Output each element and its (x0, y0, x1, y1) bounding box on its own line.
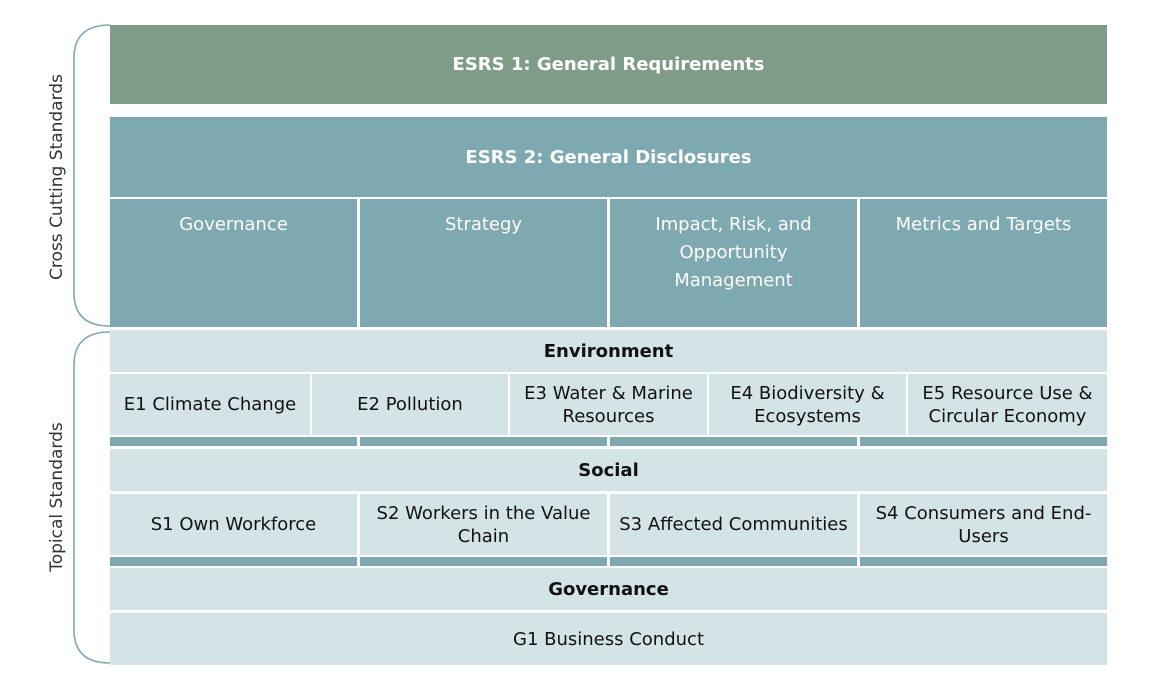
env-divider-1 (110, 437, 357, 446)
esrs2-banner: ESRS 2: General Disclosures (110, 117, 1107, 197)
governance-heading: Governance (110, 568, 1107, 610)
esrs1-banner: ESRS 1: General Requirements (110, 25, 1107, 104)
env-divider-3 (610, 437, 857, 446)
social-heading: Social (110, 449, 1107, 491)
env-divider-4 (860, 437, 1107, 446)
social-divider-4 (860, 557, 1107, 566)
env-item-e1: E1 Climate Change (110, 374, 310, 435)
env-item-e5: E5 Resource Use & Circular Economy (908, 374, 1107, 435)
social-item-s2: S2 Workers in the Value Chain (360, 494, 607, 555)
social-item-s3: S3 Affected Communities (610, 494, 857, 555)
esrs2-col-label: Strategy (444, 214, 523, 235)
env-item-e4: E4 Biodiversity & Ecosystems (709, 374, 906, 435)
esrs2-col-metrics-targets: Metrics and Targets (860, 199, 1107, 327)
governance-item-g1: G1 Business Conduct (110, 613, 1107, 665)
esrs2-col-governance: Governance (110, 199, 357, 327)
cross-cutting-label: Cross Cutting Standards (47, 74, 67, 280)
esrs2-col-label: Metrics and Targets (895, 214, 1072, 235)
social-divider-2 (360, 557, 607, 566)
esrs2-col-label: Governance (179, 214, 288, 235)
topical-label: Topical Standards (47, 422, 67, 572)
environment-heading: Environment (110, 330, 1107, 372)
social-divider-1 (110, 557, 357, 566)
social-item-s4: S4 Consumers and End-Users (860, 494, 1107, 555)
env-item-e3: E3 Water & Marine Resources (510, 374, 707, 435)
esrs2-col-iro-management: Impact, Risk, and Opportunity Management (610, 199, 857, 327)
env-divider-2 (360, 437, 607, 446)
esrs2-col-strategy: Strategy (360, 199, 607, 327)
env-item-e2: E2 Pollution (312, 374, 508, 435)
social-divider-3 (610, 557, 857, 566)
esrs2-col-label: Impact, Risk, and Opportunity Management (655, 214, 812, 291)
social-item-s1: S1 Own Workforce (110, 494, 357, 555)
